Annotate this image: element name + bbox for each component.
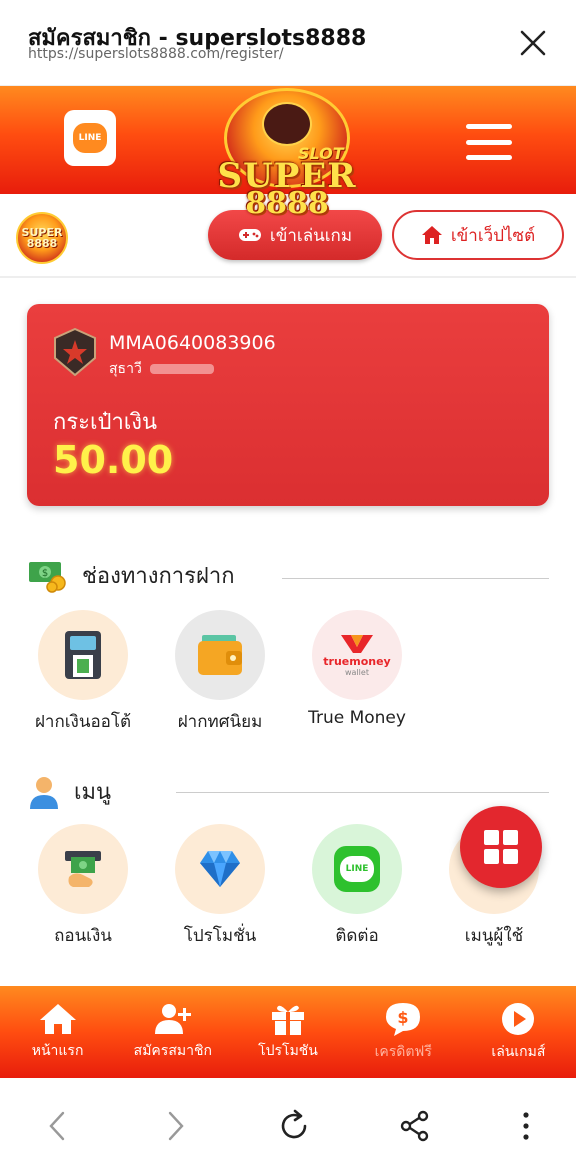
promotion-item[interactable]: โปรโมชั่น [155,824,285,949]
user-menu-label: เมนูผู้ใช้ [464,926,524,946]
enter-game-label: เข้าเล่นเกม [269,225,353,246]
add-user-icon [154,1004,191,1034]
redacted-surname [149,364,214,374]
withdraw-item[interactable]: ถอนเงิน [18,824,148,949]
line-app-icon: LINE [334,846,380,892]
nav-home[interactable]: หน้าแรก [0,986,115,1078]
play-icon [502,1003,535,1035]
account-name-text: สุธาวี [109,361,142,377]
forward-arrow-icon[interactable] [160,1109,190,1143]
account-display-name: สุธาวี [109,358,214,380]
deposit-truemoney-label: True Money [308,708,406,728]
nav-play-games[interactable]: เล่นเกมส์ [461,986,576,1078]
money-icon: $ [29,561,66,593]
line-button[interactable]: LINE [64,110,116,166]
menu-section-title: เมนู [28,774,111,809]
home-icon [421,226,442,244]
nav-promotion-label: โปรโมชัน [258,1043,318,1059]
deposit-auto-label: ฝากเงินออโต้ [34,712,132,732]
account-card: MMA0640083906 สุธาวี กระเป๋าเงิน 50.00 [27,304,549,506]
deposit-truemoney-item[interactable]: truemoney wallet True Money [292,610,422,728]
user-icon [30,776,58,809]
svg-text:$: $ [398,1008,409,1027]
atm-icon [65,631,101,679]
logo-text-8888: 8888 [245,186,329,221]
contact-item[interactable]: LINE ติดต่อ [292,824,422,949]
withdraw-label: ถอนเงิน [54,926,112,946]
main-content: MMA0640083906 สุธาวี กระเป๋าเงิน 50.00 $… [0,278,576,986]
nav-play-games-label: เล่นเกมส์ [491,1044,546,1060]
nav-free-credit-label: เครดิตฟรี [374,1044,432,1060]
cash-withdraw-icon [65,851,101,887]
deposit-section-title: $ ช่องทางการฝาก [28,558,235,593]
menu-title-text: เมนู [74,780,112,805]
small-logo[interactable]: SUPER 8888 [16,212,68,264]
grid-menu-icon [484,830,518,864]
wallet-icon [198,635,242,675]
deposit-decimal-label: ฝากทศนิยม [177,712,263,732]
rank-badge-icon [54,328,96,376]
wallet-balance: 50.00 [53,438,174,482]
truemoney-logo-icon [341,635,373,653]
nav-register[interactable]: สมัครสมาชิก [115,986,230,1078]
browser-url[interactable]: https://superslots8888.com/register/ [28,46,284,62]
home-icon [39,1004,76,1034]
small-logo-text-8888: 8888 [26,237,58,250]
truemoney-wallet-text: wallet [345,668,369,677]
close-icon[interactable] [518,28,548,58]
floating-menu-button[interactable] [460,806,542,888]
line-icon: LINE [73,123,107,153]
wallet-label: กระเป๋าเงิน [53,410,158,435]
nav-home-label: หน้าแรก [31,1043,84,1059]
enter-website-label: เข้าเว็ปไซต์ [450,225,536,246]
browser-top-bar: สมัครสมาชิก - superslots8888 https://sup… [0,0,576,86]
svg-text:$: $ [42,568,48,579]
deposit-decimal-item[interactable]: ฝากทศนิยม [155,610,285,735]
reload-icon[interactable] [277,1109,311,1143]
line-icon-text: LINE [340,856,374,882]
more-options-icon[interactable] [519,1109,533,1143]
mascot-face-icon [262,102,312,146]
section-divider [282,578,549,579]
enter-website-button[interactable]: เข้าเว็ปไซต์ [392,210,564,260]
deposit-title-text: ช่องทางการฝาก [82,564,235,589]
section-divider [176,792,549,793]
deposit-auto-item[interactable]: ฝากเงินออโต้ [18,610,148,735]
hamburger-menu-icon[interactable] [466,124,512,160]
nav-promotion[interactable]: โปรโมชัน [230,986,345,1078]
account-username: MMA0640083906 [109,332,276,354]
coin-bubble-icon: $ [386,1003,421,1036]
nav-register-label: สมัครสมาชิก [133,1043,212,1059]
gamepad-icon [238,229,261,241]
back-arrow-icon[interactable] [43,1109,73,1143]
promotion-label: โปรโมชั่น [183,926,257,946]
share-icon[interactable] [398,1109,432,1143]
diamond-icon [200,851,240,887]
contact-label: ติดต่อ [335,926,379,946]
nav-free-credit[interactable]: $ เครดิตฟรี [346,986,461,1078]
gift-icon [272,1005,304,1035]
browser-toolbar [0,1078,576,1174]
truemoney-logo-text: truemoney [323,655,391,668]
bottom-navigation: หน้าแรก สมัครสมาชิก โปรโมชัน $ เครดิตฟรี [0,986,576,1078]
site-logo[interactable]: SLOT SUPER 8888 [212,88,362,221]
